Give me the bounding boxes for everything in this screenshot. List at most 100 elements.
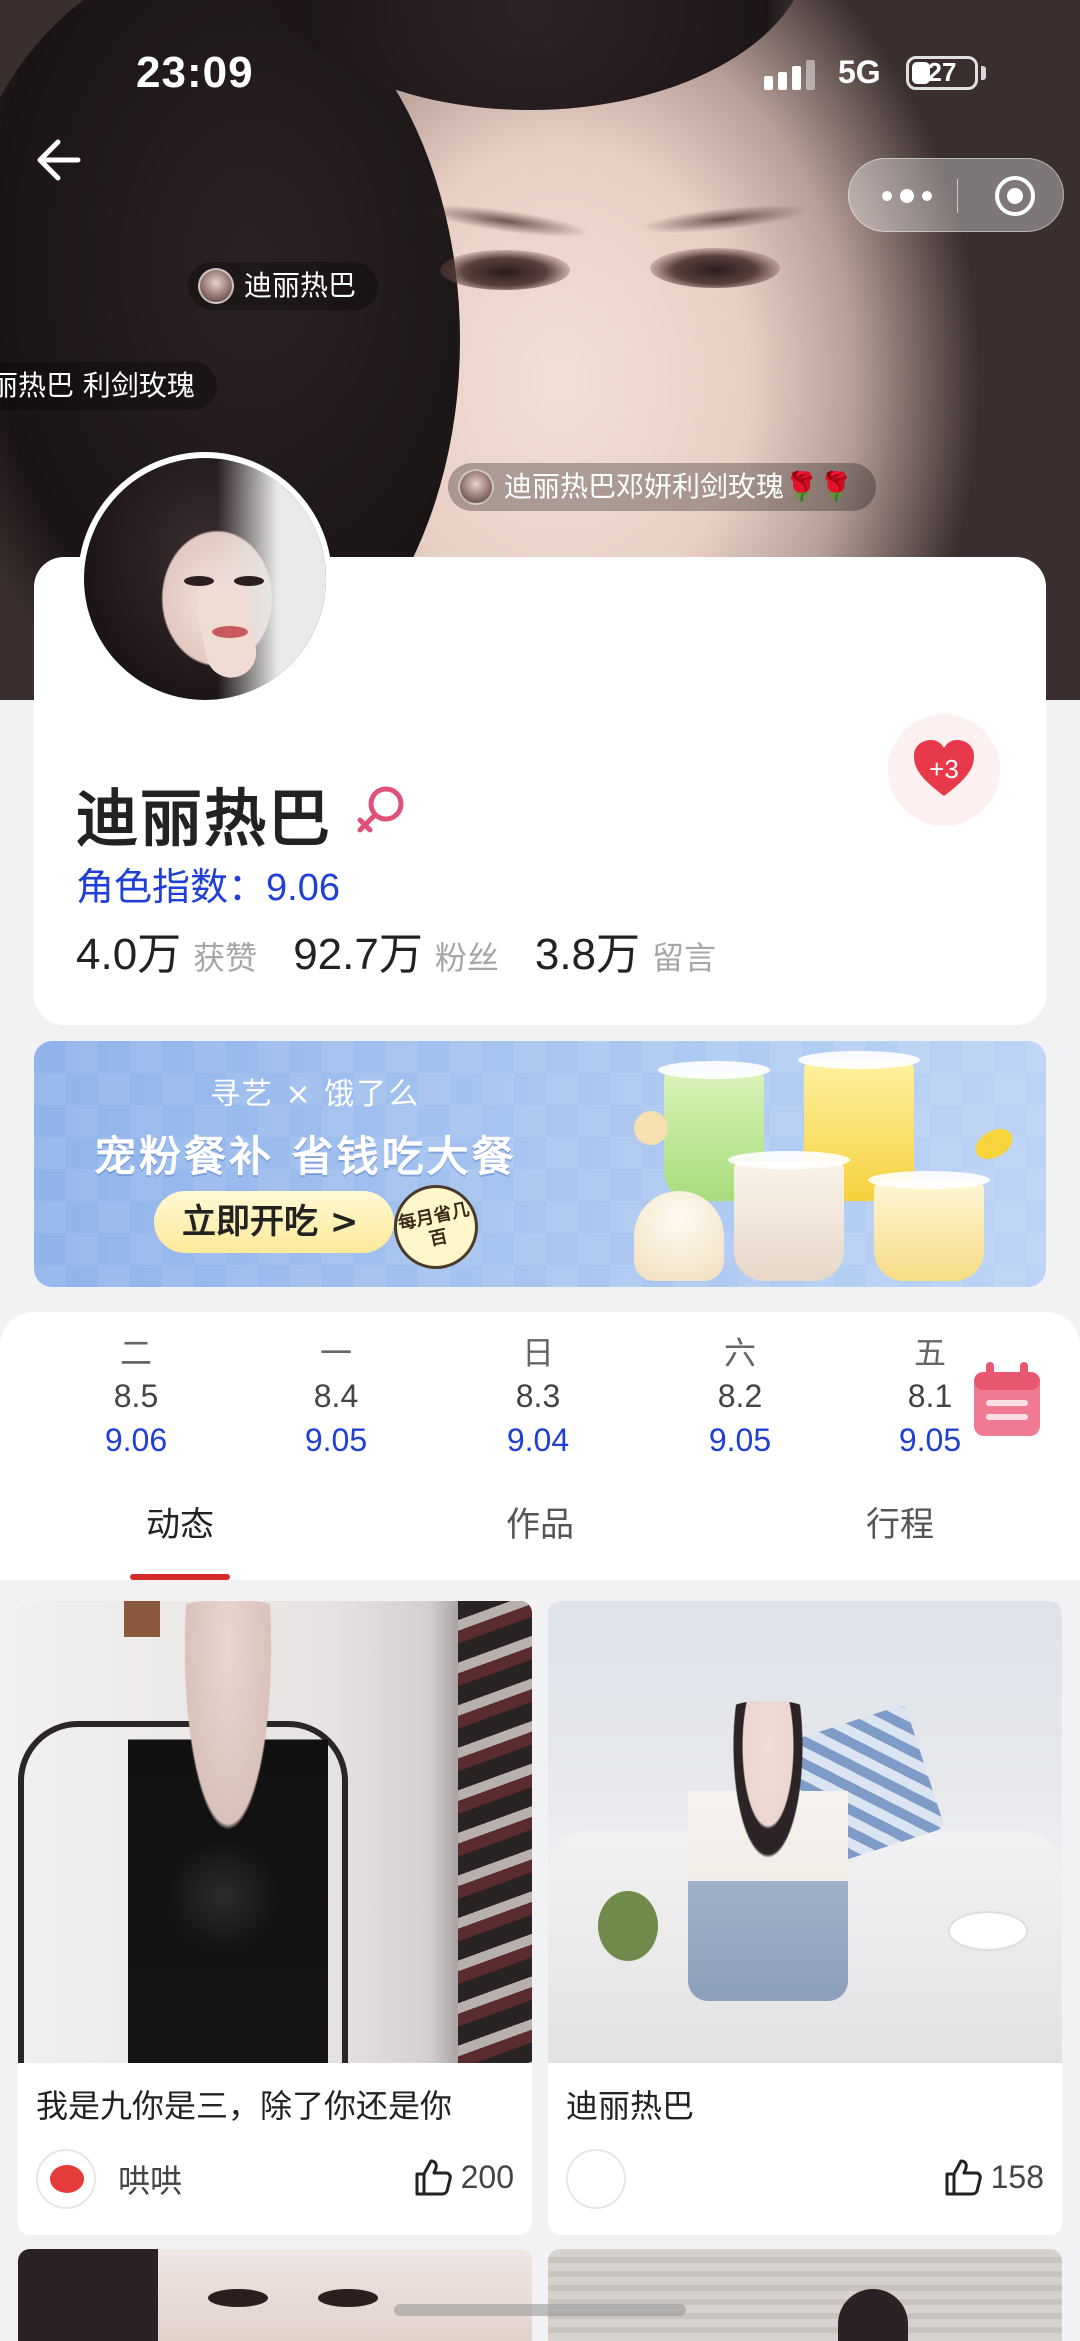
profile-stats: 4.0万 获赞 92.7万 粉丝 3.8万 留言 [76, 918, 752, 982]
tab-works[interactable]: 作品 [470, 1490, 610, 1560]
feed-card[interactable] [548, 2249, 1062, 2341]
back-button[interactable] [28, 132, 84, 188]
thumbs-up-icon [415, 2159, 452, 2196]
day-date: 8.1 [907, 1378, 953, 1414]
cupcake-image [634, 1191, 724, 1281]
fans-label: 粉丝 [434, 939, 499, 977]
feed-image [548, 2249, 1062, 2341]
day-item[interactable]: 五 8.1 9.05 [870, 1332, 960, 1462]
barrage-item: 迪丽热巴 [188, 262, 379, 310]
feed-card[interactable] [18, 2249, 532, 2341]
day-item[interactable]: 六 8.2 9.05 [680, 1332, 800, 1462]
close-miniprogram-button[interactable] [993, 174, 1037, 218]
tab-dynamics[interactable]: 动态 [110, 1490, 250, 1560]
author-avatar [566, 2149, 626, 2209]
more-button[interactable] [879, 187, 935, 205]
feed-image [18, 1601, 532, 2063]
target-icon [995, 176, 1035, 216]
likes-label: 获赞 [193, 939, 258, 977]
rose-detail [168, 1841, 278, 1951]
photo-head [838, 2289, 908, 2341]
avatar-eye-left [184, 576, 214, 586]
barrage-avatar [458, 469, 494, 505]
banner-cta-button[interactable]: 立即开吃 > [154, 1191, 394, 1253]
barrage-text: 迪丽热巴邓妍利剑玫瑰🌹🌹 [504, 470, 854, 503]
photo-eye-left [208, 2289, 268, 2307]
day-score: 9.05 [708, 1422, 772, 1458]
woman-figure [688, 1701, 848, 2001]
hero-eye-left [440, 250, 570, 290]
capsule-divider [957, 179, 958, 213]
like-count: 158 [990, 2158, 1044, 2195]
battery-tip [981, 66, 986, 80]
day-score: 9.04 [506, 1422, 570, 1458]
promo-banner[interactable]: 寻艺 × 饿了么 宠粉餐补 省钱吃大餐 立即开吃 > 每月省几百 [34, 1041, 1046, 1287]
day-item[interactable]: 日 8.3 9.04 [478, 1332, 598, 1462]
role-index: 角色指数：9.06 [76, 856, 340, 911]
day-date: 8.2 [717, 1378, 763, 1414]
hero-brow-right [639, 199, 811, 239]
heart-count: +3 [929, 754, 959, 784]
author-avatar-pig [50, 2165, 84, 2193]
feed-title: 我是九你是三，除了你还是你 [36, 2087, 453, 2125]
day-date: 8.3 [515, 1378, 561, 1414]
day-score: 9.06 [104, 1422, 168, 1458]
feed-card[interactable]: 我是九你是三，除了你还是你 哄哄 200 [18, 1601, 532, 2235]
barrage-item: 迪丽热巴邓妍利剑玫瑰🌹🌹 [448, 463, 876, 511]
calendar-icon [974, 1362, 1040, 1436]
black-dress-figure [128, 1601, 328, 2063]
photo-hair [18, 2249, 158, 2341]
avatar-photo [84, 458, 326, 700]
day-weekday: 一 [319, 1334, 352, 1372]
signal-icon [764, 60, 824, 90]
day-weekday: 二 [119, 1334, 152, 1372]
feed-image [548, 1601, 1062, 2063]
battery-icon: 27 [906, 56, 978, 90]
profile-name: 迪丽热巴 [76, 782, 333, 855]
back-arrow-icon [37, 139, 81, 181]
active-tab-indicator [130, 1574, 230, 1580]
calendar-button[interactable] [970, 1360, 1044, 1440]
comments-count: 3.8万 [534, 930, 641, 979]
author-name: 哄哄 [118, 2162, 183, 2200]
daily-index-strip[interactable]: 二 8.5 9.06 一 8.4 9.05 日 8.3 9.04 六 8.2 9… [0, 1332, 960, 1482]
comments-label: 留言 [652, 939, 717, 977]
like-button[interactable]: 158 [943, 2157, 1044, 2197]
banner-sticker: 每月省几百 [386, 1177, 486, 1277]
support-heart-button[interactable]: +3 [888, 714, 1000, 826]
mini-cupcake-image [634, 1111, 668, 1145]
day-score: 9.05 [898, 1422, 960, 1458]
network-type: 5G [838, 54, 881, 90]
tab-schedule[interactable]: 行程 [830, 1490, 970, 1560]
female-gender-icon [352, 782, 410, 840]
lemon-slice-image [970, 1122, 1018, 1166]
plate [948, 1911, 1028, 1951]
home-indicator [394, 2304, 686, 2316]
likes-count: 4.0万 [76, 930, 182, 979]
banner-headline: 宠粉餐补 省钱吃大餐 [94, 1132, 517, 1181]
like-count: 200 [460, 2158, 514, 2195]
fans-count: 92.7万 [293, 930, 423, 979]
role-index-value: 9.06 [266, 867, 340, 909]
content-tabs: 动态 作品 行程 [0, 1490, 1080, 1580]
feed-author[interactable]: 哄哄 [36, 2149, 182, 2209]
floral-curtain [458, 1601, 532, 2063]
feed-card[interactable]: 迪丽热巴 158 [548, 1601, 1062, 2235]
status-time: 23:09 [136, 48, 254, 97]
milk-tea-image [728, 1151, 850, 1281]
barrage-text: 迪丽热巴 [244, 269, 357, 302]
like-button[interactable]: 200 [413, 2157, 514, 2197]
more-dots-icon [882, 189, 932, 203]
avocado [598, 1891, 658, 1961]
avatar-lip [212, 626, 248, 638]
miniprogram-capsule [848, 158, 1064, 232]
barrage-item: 丽热巴 利剑玫瑰 [0, 362, 217, 410]
feed-author[interactable] [566, 2149, 648, 2209]
role-index-label: 角色指数： [76, 865, 267, 909]
day-item[interactable]: 二 8.5 9.06 [76, 1332, 196, 1462]
barrage-avatar [198, 268, 234, 304]
day-score: 9.05 [304, 1422, 368, 1458]
day-item[interactable]: 一 8.4 9.05 [276, 1332, 396, 1462]
photo-eye-right [318, 2289, 378, 2307]
profile-avatar[interactable] [78, 452, 332, 706]
